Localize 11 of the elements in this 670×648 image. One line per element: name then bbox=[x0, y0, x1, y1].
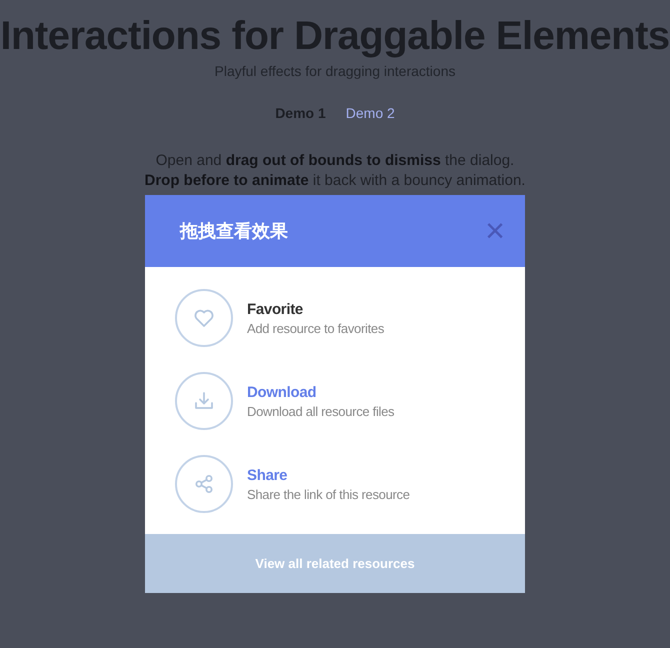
heart-button[interactable] bbox=[175, 289, 233, 347]
item-description: Download all resource files bbox=[247, 404, 394, 418]
item-title[interactable]: Share bbox=[247, 466, 410, 484]
demo-link[interactable]: Demo 2 bbox=[346, 105, 395, 121]
dialog-title: 拖拽查看效果 bbox=[180, 220, 288, 243]
item-title[interactable]: Favorite bbox=[247, 300, 384, 318]
item-description: Add resource to favorites bbox=[247, 320, 384, 336]
download-button[interactable] bbox=[175, 372, 233, 430]
item-title[interactable]: Download bbox=[247, 384, 394, 400]
item-description: Share the link of this resource bbox=[247, 486, 410, 502]
share-button[interactable] bbox=[175, 455, 233, 513]
